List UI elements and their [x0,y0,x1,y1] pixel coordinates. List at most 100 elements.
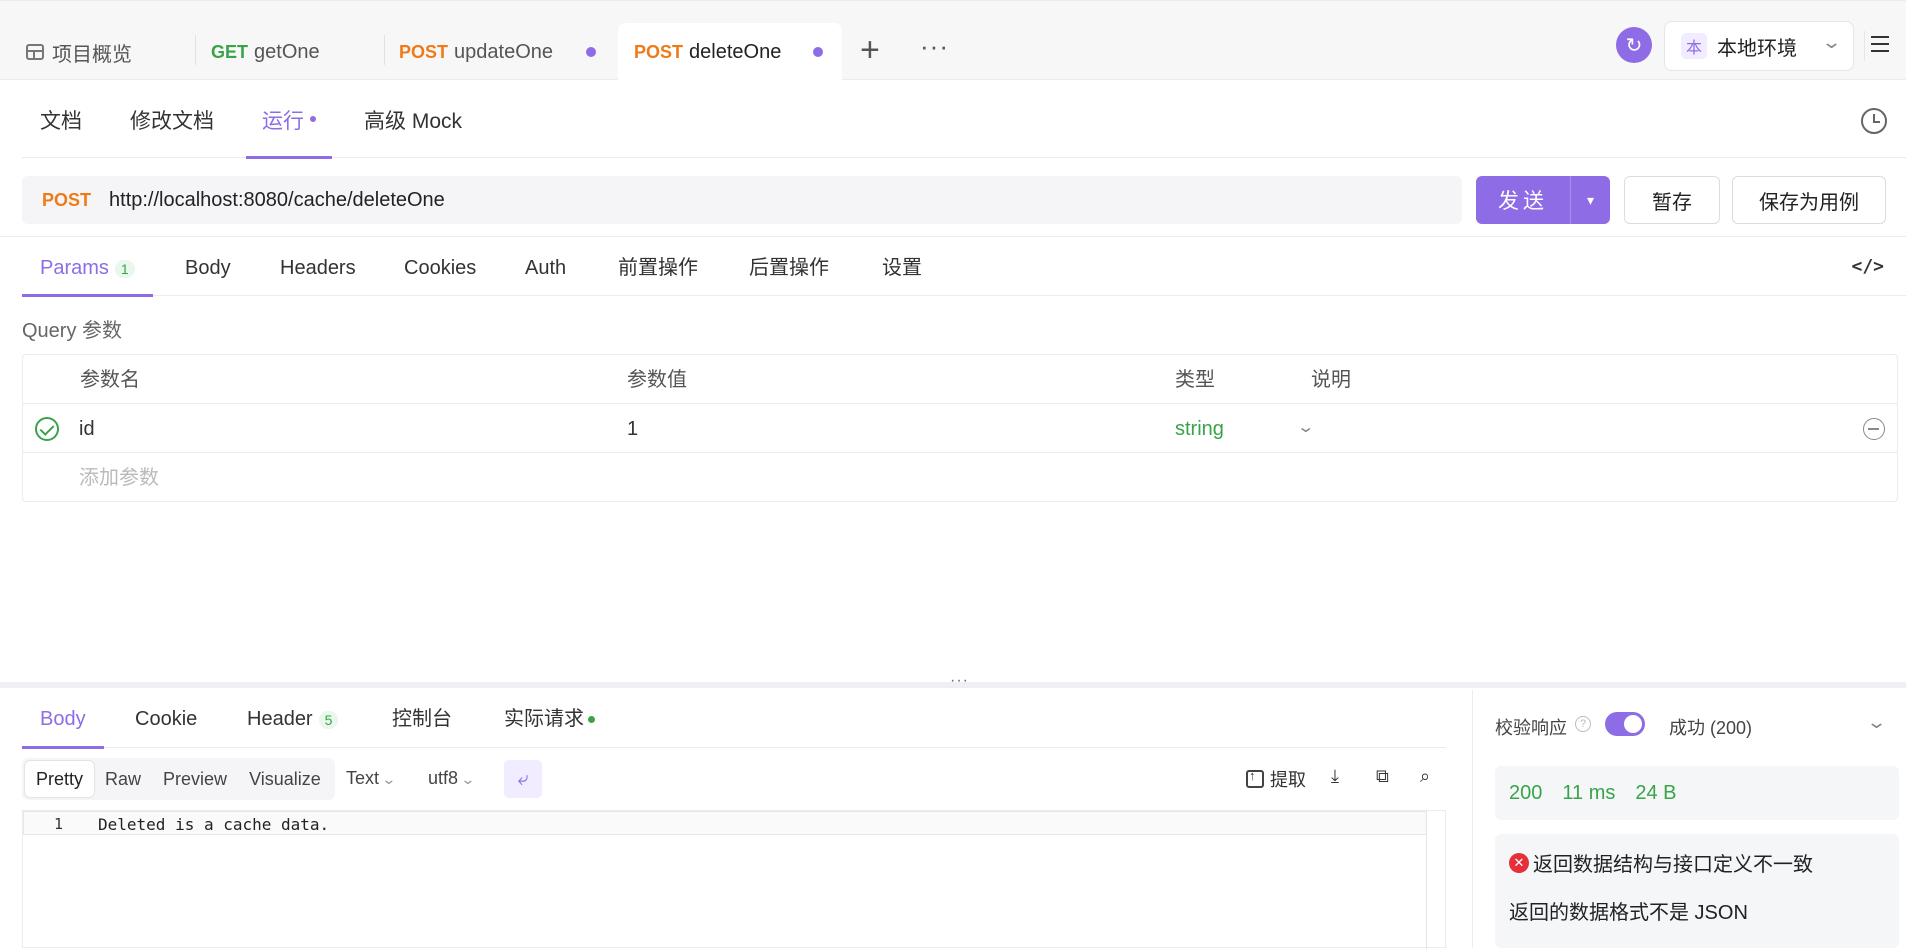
response-body-editor[interactable]: 1 Deleted is a cache data. [22,810,1446,949]
download-icon[interactable]: ⤓ [1331,766,1339,787]
tab-advanced-mock[interactable]: 高级 Mock [364,80,462,158]
code-text[interactable]: Deleted is a cache data. [98,815,329,834]
divider [0,236,1906,237]
scrollbar[interactable] [1426,811,1427,949]
tab-settings[interactable]: 设置 [882,240,922,296]
tab-label: deleteOne [689,40,782,63]
send-button[interactable]: 发送 ▾ [1476,176,1610,224]
enabled-checkbox[interactable] [35,417,59,441]
validation-status-select[interactable]: 成功 (200) [1669,714,1752,740]
response-size: 24 B [1635,781,1677,804]
send-dropdown-icon[interactable]: ▾ [1570,176,1610,224]
send-label[interactable]: 发送 [1476,176,1570,224]
encoding-label: utf8 [428,768,459,788]
chevron-down-icon[interactable]: ⌄ [1866,712,1887,733]
tab-actual-request-label: 实际请求 [504,708,584,730]
copy-icon[interactable]: ⧉ [1376,766,1389,787]
table-row: id 1 string ⌄ [23,404,1897,453]
unsaved-dot [813,47,823,57]
url-bar[interactable]: POST http://localhost:8080/cache/deleteO… [22,176,1462,224]
chevron-down-icon: ⌄ [460,771,476,787]
history-icon[interactable] [1861,108,1887,134]
search-icon[interactable]: ⌕ [1420,766,1430,787]
validate-toggle[interactable] [1605,712,1645,736]
error-title-text: 返回数据结构与接口定义不一致 [1533,854,1813,876]
params-count: 1 [114,259,135,278]
save-temp-button[interactable]: 暂存 [1624,176,1720,224]
extract-icon [1246,768,1264,788]
format-raw[interactable]: Raw [94,761,152,797]
environment-select[interactable]: 本 本地环境 ⌄ [1664,21,1854,71]
tab-headers[interactable]: Headers [280,240,356,296]
top-tab-bar: 项目概览 GET getOne POST updateOne POST dele… [0,0,1906,81]
word-wrap-icon[interactable]: ⤶ [504,760,542,798]
content-type-select[interactable]: Text ⌄ [346,768,397,789]
param-name[interactable]: id [79,404,95,453]
environment-badge: 本 [1681,33,1707,59]
extract-button[interactable]: 提取 [1246,766,1306,792]
chevron-down-icon[interactable]: ⌄ [1296,417,1315,437]
format-visualize[interactable]: Visualize [238,761,332,797]
tab-actual-request[interactable]: 实际请求 [504,690,595,748]
tab-run-label: 运行 [262,110,304,133]
validation-error-box: ✕ 返回数据结构与接口定义不一致 返回的数据格式不是 JSON [1495,834,1899,948]
tab-auth[interactable]: Auth [525,240,566,296]
request-method[interactable]: POST [42,190,91,211]
menu-icon[interactable] [1864,31,1894,61]
tab-pre-ops[interactable]: 前置操作 [618,240,698,296]
tab-header-label: Header [247,708,313,730]
param-type-select[interactable]: string [1175,404,1224,453]
format-pretty[interactable]: Pretty [25,761,95,797]
response-tab-bar: Body Cookie Header 5 控制台 实际请求 [22,690,1446,749]
help-icon[interactable]: ? [1575,716,1591,732]
run-dot [310,116,316,123]
remove-param-icon[interactable] [1863,418,1885,440]
tab-edit-docs[interactable]: 修改文档 [130,80,214,158]
tab-deleteone[interactable]: POST deleteOne [618,23,842,81]
tab-response-body[interactable]: Body [22,690,104,749]
format-preview[interactable]: Preview [152,761,238,797]
error-description: 返回的数据格式不是 JSON [1509,902,1748,924]
response-stats: 200 11 ms 24 B [1495,766,1899,820]
sub-tab-bar: 文档 修改文档 运行 高级 Mock [22,80,1906,159]
tab-getone[interactable]: GET getOne [211,23,320,81]
tab-body[interactable]: Body [185,240,231,296]
more-icon[interactable]: ··· [920,31,949,62]
error-icon: ✕ [1509,852,1529,873]
method-badge: GET [211,41,249,62]
tab-run[interactable]: 运行 [246,80,332,159]
param-value[interactable]: 1 [627,404,638,453]
tab-post-ops[interactable]: 后置操作 [749,240,829,296]
add-param-input[interactable]: 添加参数 [79,453,159,502]
header-count: 5 [318,710,339,729]
tab-docs[interactable]: 文档 [40,80,82,158]
add-param-row: 添加参数 [23,453,1897,502]
method-badge: POST [399,41,449,62]
add-tab-icon[interactable]: + [860,31,880,69]
tab-separator [384,35,385,65]
tab-response-header[interactable]: Header 5 [247,690,339,748]
tab-response-cookie[interactable]: Cookie [135,690,197,748]
line-number: 1 [54,815,64,833]
tab-updateone[interactable]: POST updateOne [399,23,607,81]
tab-cookies[interactable]: Cookies [404,240,476,296]
params-table: 参数名 参数值 类型 说明 id 1 string ⌄ 添加参数 [22,354,1898,502]
error-title: ✕ 返回数据结构与接口定义不一致 [1509,848,1813,877]
sync-icon[interactable]: ↻ [1616,27,1652,63]
encoding-select[interactable]: utf8 ⌄ [428,768,476,789]
tab-label: updateOne [454,40,553,63]
tab-label: getOne [254,40,320,63]
url-input[interactable]: http://localhost:8080/cache/deleteOne [109,189,445,212]
column-header-desc: 说明 [1311,369,1351,391]
save-as-case-button[interactable]: 保存为用例 [1732,176,1886,224]
request-tab-bar: Params 1 Body Headers Cookies Auth 前置操作 后… [22,240,1906,297]
column-header-name: 参数名 [80,369,140,391]
tab-console[interactable]: 控制台 [392,690,452,748]
drag-handle-icon[interactable]: ··· [950,672,969,690]
extract-label: 提取 [1270,770,1306,790]
tab-project-overview[interactable]: 项目概览 [26,23,132,81]
code-icon[interactable]: </> [1851,256,1884,277]
chevron-down-icon: ⌄ [381,771,397,787]
query-section-title: Query 参数 [22,320,123,342]
tab-params[interactable]: Params 1 [22,240,153,297]
